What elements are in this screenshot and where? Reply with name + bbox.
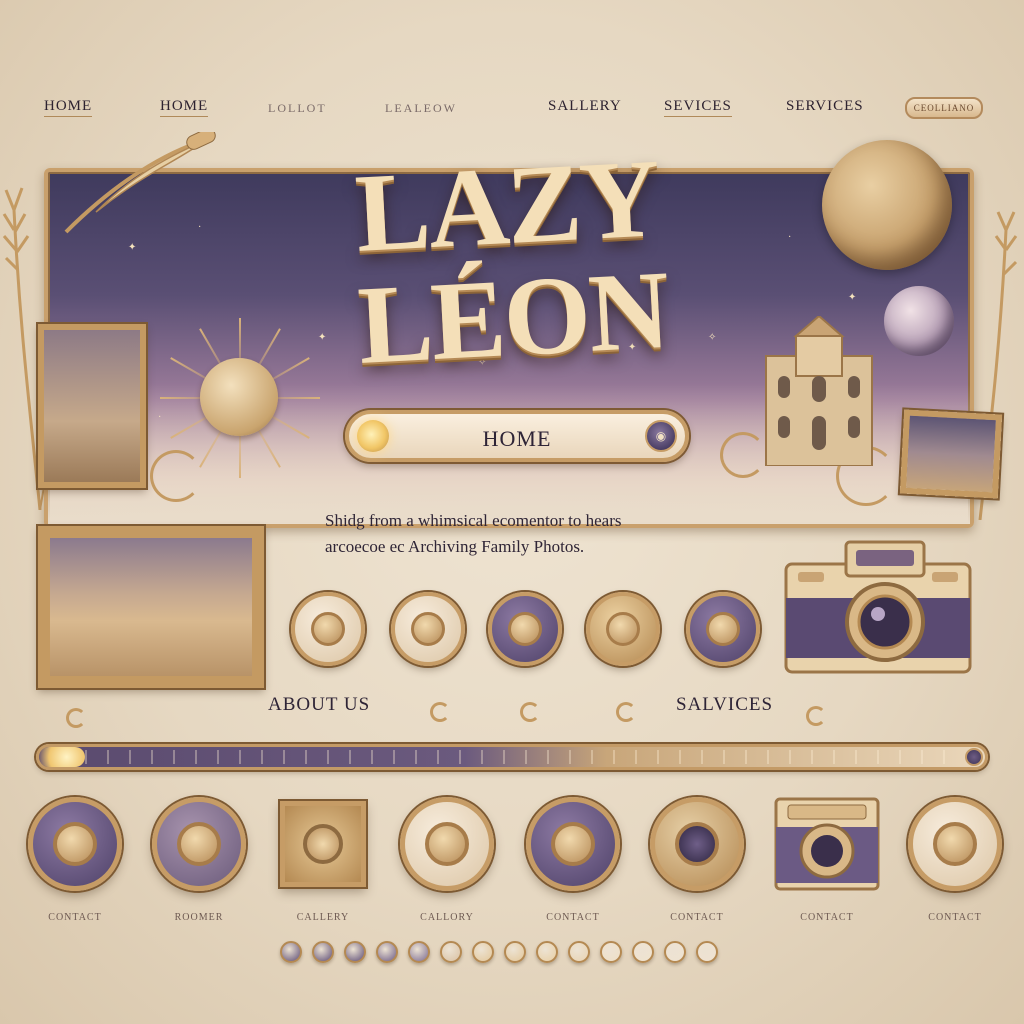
swirl-ornament [150, 450, 202, 502]
lens-button[interactable] [152, 797, 246, 891]
lens-button-2[interactable] [650, 797, 744, 891]
landscape-frame-large [38, 526, 264, 688]
camera-lens-icon [675, 822, 719, 866]
nav-item-gallery[interactable]: SALLERY [548, 98, 622, 115]
nav-orb-button[interactable] [291, 592, 365, 666]
tagline-line-2: arcoecoe ec Archiving Family Photos. [325, 537, 585, 557]
nav-contact-pill[interactable]: CEOLLIANO [905, 97, 983, 119]
page-dot[interactable] [440, 941, 462, 963]
leaf-icon [311, 612, 345, 646]
page-dot[interactable] [504, 941, 526, 963]
pagination-dots [280, 940, 750, 964]
landscape-frame-small [899, 409, 1003, 499]
page-dot[interactable] [632, 941, 654, 963]
nav-item-home-2[interactable]: HOME [160, 98, 209, 117]
emblem-icon [508, 612, 542, 646]
slider-ticks [85, 750, 955, 764]
lens-icon [177, 822, 221, 866]
page-dot[interactable] [408, 941, 430, 963]
star-icon: ✦ [128, 242, 137, 253]
bottom-label: CONTACT [928, 912, 982, 923]
page-dot[interactable] [376, 941, 398, 963]
slider-end-knob[interactable] [965, 748, 983, 766]
page-dot[interactable] [344, 941, 366, 963]
swirl-ornament [430, 702, 450, 722]
planet-large-icon [822, 140, 952, 270]
swirl-ornament [66, 708, 86, 728]
home-button[interactable]: HOME ◉ [345, 410, 689, 462]
slider-handle-glow[interactable] [39, 747, 85, 767]
portrait-frame [38, 324, 146, 488]
bottom-label: CALLORY [420, 912, 474, 923]
bottom-label: CONTACT [546, 912, 600, 923]
gallery-button[interactable] [400, 797, 494, 891]
nav-item-lollot[interactable]: LOLLOT [268, 101, 327, 116]
portrait-image [44, 330, 140, 482]
bottom-label: CONTACT [670, 912, 724, 923]
bottom-label: CALLERY [296, 912, 350, 923]
about-us-label[interactable]: ABOUT US [268, 694, 370, 716]
landscape-image-large [50, 538, 252, 676]
landscape-image [906, 415, 996, 493]
page-dot[interactable] [568, 941, 590, 963]
swirl-ornament [520, 702, 540, 722]
camera-button[interactable] [774, 797, 880, 891]
gear-icon [551, 822, 595, 866]
timeline-slider[interactable] [36, 744, 988, 770]
nav-item-services[interactable]: SEVICES [664, 98, 732, 117]
star-icon: ✦ [848, 292, 857, 303]
page-dot[interactable] [696, 941, 718, 963]
ring-icon [706, 612, 740, 646]
quill-feather-icon [64, 132, 216, 234]
page-dot[interactable] [312, 941, 334, 963]
nav-item-services-2[interactable]: SERVICES [786, 98, 864, 115]
ring-icon [933, 822, 977, 866]
swirl-ornament [616, 702, 636, 722]
nav-orb-button[interactable] [686, 592, 760, 666]
page-dot[interactable] [280, 941, 302, 963]
page-dot[interactable] [600, 941, 622, 963]
page-dot[interactable] [472, 941, 494, 963]
ornate-square-button[interactable] [280, 801, 366, 887]
nav-orb-button[interactable] [488, 592, 562, 666]
sunburst-icon [53, 822, 97, 866]
tagline-line-1: Shiԁg from a whimsical ecomentor to hear… [325, 511, 622, 530]
swirl-ornament [806, 706, 826, 726]
camera-icon[interactable] [782, 534, 974, 676]
bottom-label: ROOMER [174, 912, 224, 923]
sunburst-button[interactable] [28, 797, 122, 891]
ring-icon [425, 822, 469, 866]
bottom-label: CONTACT [800, 912, 854, 923]
gallery-button-2[interactable] [526, 797, 620, 891]
services-label[interactable]: SALVICES [676, 694, 773, 716]
sun-face-icon [200, 358, 278, 436]
flower-icon [606, 612, 640, 646]
bottom-label: CONTACT [48, 912, 102, 923]
castle-icon [765, 316, 873, 466]
nav-item-home[interactable]: HOME [44, 98, 93, 117]
crest-icon [411, 612, 445, 646]
top-nav: HOME HOME LOLLOT LEALEOW SALLERY SEVICES… [0, 92, 1024, 128]
nav-orb-button[interactable] [391, 592, 465, 666]
page-dot[interactable] [536, 941, 558, 963]
tagline: Shiԁg from a whimsical ecomentor to hear… [325, 508, 745, 561]
planet-small-icon [884, 286, 954, 356]
nav-orb-button[interactable] [586, 592, 660, 666]
contact-button[interactable] [908, 797, 1002, 891]
knob-icon: ◉ [645, 420, 677, 452]
page-dot[interactable] [664, 941, 686, 963]
nav-item-lealeow[interactable]: LEALEOW [385, 101, 457, 116]
medallion-icon [303, 824, 343, 864]
